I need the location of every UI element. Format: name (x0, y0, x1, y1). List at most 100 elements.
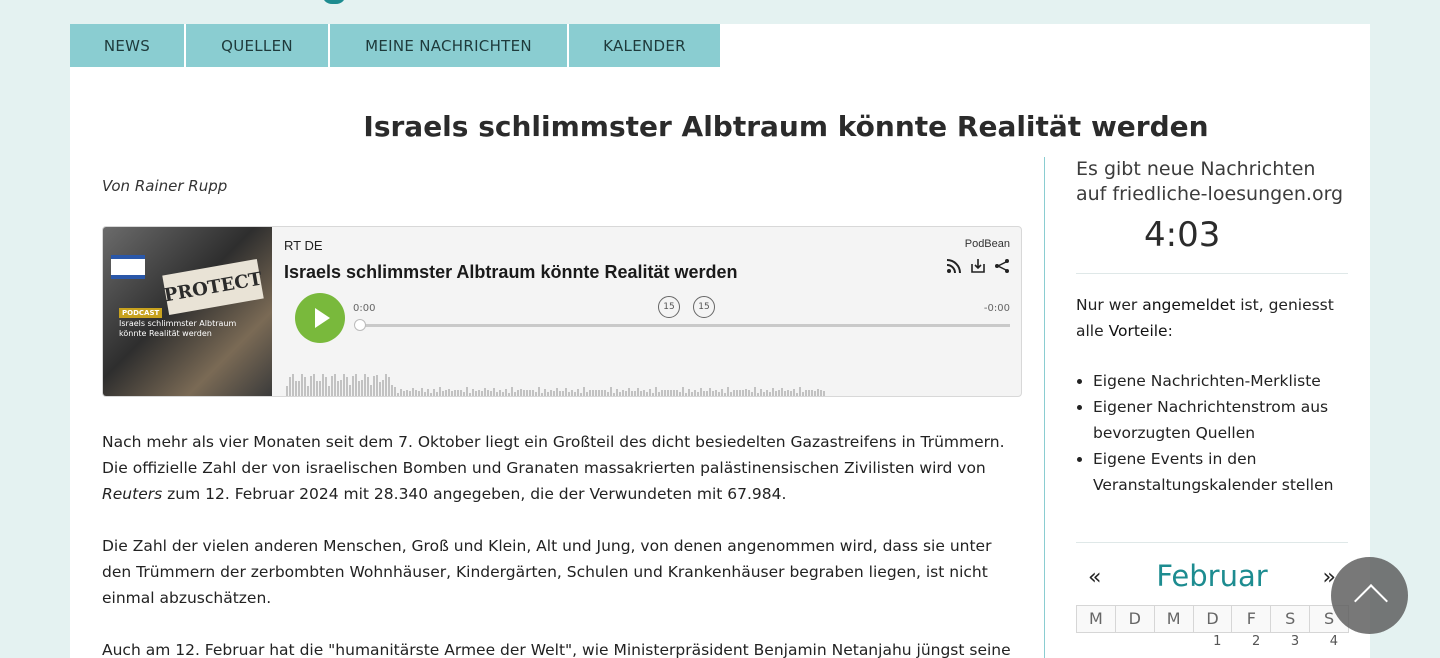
waveform-bar (370, 385, 372, 396)
waveform-bar (670, 390, 672, 396)
waveform-bar (403, 391, 405, 396)
waveform-bar (484, 388, 486, 396)
play-button[interactable] (295, 293, 345, 343)
waveform-bar (712, 391, 714, 396)
download-icon[interactable] (970, 258, 986, 278)
login-text-prefix: Nur wer (1076, 296, 1143, 314)
waveform-bar (481, 391, 483, 396)
waveform-bar (337, 381, 339, 396)
waveform-bar (406, 390, 408, 396)
podcast-channel[interactable]: RT DE (284, 238, 323, 253)
cover-caption: Israels schlimmster Albtraum könnte Real… (119, 319, 237, 338)
waveform-bar (361, 380, 363, 396)
waveform-bar (643, 390, 645, 396)
podcast-episode-title[interactable]: Israels schlimmster Albtraum könnte Real… (284, 262, 737, 283)
player-info: RT DE Israels schlimmster Albtraum könnt… (284, 227, 1021, 396)
waveform-bar (622, 390, 624, 396)
column-divider (1044, 157, 1045, 658)
paragraph-text: Auch am 12. Februar hat die "humanitärst… (102, 641, 1011, 658)
calendar-day (1076, 633, 1115, 649)
share-icon[interactable] (994, 258, 1010, 278)
waveform-bar (322, 374, 324, 396)
waveform-bar (526, 390, 528, 396)
rss-icon[interactable] (946, 258, 962, 278)
waveform-bar (460, 390, 462, 396)
waveform-bar (517, 390, 519, 396)
waveform-bar (496, 392, 498, 396)
remaining-time: -0:00 (983, 303, 1010, 314)
waveform-bar (511, 387, 513, 396)
waveform-bar (682, 387, 684, 396)
waveform-bar (697, 392, 699, 396)
waveform-bar (823, 391, 825, 396)
waveform-bar (487, 390, 489, 396)
waveform-bar (358, 381, 360, 396)
nav-news[interactable]: NEWS (70, 24, 184, 67)
waveform-bar (751, 392, 753, 396)
list-item: Eigener Nachrichtenstrom aus bevorzugten… (1093, 394, 1348, 446)
waveform-bar (601, 390, 603, 396)
waveform-bar (667, 390, 669, 396)
waveform-bar (763, 392, 765, 396)
player-actions (946, 258, 1010, 278)
benefits-link[interactable]: Vorteile (1109, 322, 1168, 340)
current-time: 0:00 (353, 303, 376, 314)
progress-bar[interactable] (354, 319, 1010, 331)
podbean-logo[interactable]: PodBean (965, 238, 1010, 250)
waveform-bar (418, 391, 420, 396)
scroll-to-top-button[interactable] (1331, 557, 1408, 634)
waveform-bar (532, 390, 534, 396)
login-link[interactable]: angemeldet (1142, 296, 1235, 314)
waveform-bar (673, 390, 675, 396)
calendar-header: « Februar » (1076, 549, 1348, 605)
waveform-bar (616, 389, 618, 396)
list-item: Eigene Nachrichten-Merkliste (1093, 368, 1348, 394)
calendar-day[interactable]: 1 (1193, 633, 1232, 649)
weekday: M (1153, 605, 1194, 633)
source-name: Reuters (102, 485, 163, 503)
cover-sign-text: PROTECT (162, 258, 264, 316)
waveform-bar (820, 390, 822, 396)
calendar-day[interactable]: 2 (1231, 633, 1270, 649)
waveform-bar (523, 390, 525, 396)
waveform-bar (781, 388, 783, 396)
waveform-bar (439, 387, 441, 396)
waveform-bar (472, 389, 474, 396)
article-title: Israels schlimmster Albtraum könnte Real… (0, 110, 1440, 143)
waveform-bar (427, 389, 429, 396)
article-title-text: Israels schlimmster Albtraum könnte Real… (363, 110, 1209, 143)
waveform-bar (469, 393, 471, 396)
waveform-bar (301, 374, 303, 396)
waveform-bar (655, 387, 657, 396)
waveform (286, 368, 1013, 396)
skip-forward-15-button[interactable]: 15 (693, 296, 715, 318)
waveform-bar (814, 391, 816, 396)
nav-meine-nachrichten[interactable]: MEINE NACHRICHTEN (330, 24, 567, 67)
waveform-bar (319, 381, 321, 396)
nav-quellen[interactable]: QUELLEN (186, 24, 328, 67)
calendar-day[interactable]: 3 (1270, 633, 1309, 649)
waveform-bar (364, 374, 366, 396)
calendar-month: Februar (1156, 559, 1268, 593)
waveform-bar (610, 387, 612, 396)
list-item: Eigene Events in den Veranstaltungskalen… (1093, 446, 1348, 498)
waveform-bar (313, 374, 315, 396)
clock: 4:03 (1144, 215, 1221, 255)
calendar-week-row: 1 2 3 4 (1076, 633, 1348, 649)
nav-kalender[interactable]: KALENDER (569, 24, 720, 67)
waveform-bar (340, 380, 342, 396)
waveform-bar (583, 387, 585, 396)
waveform-bar (367, 377, 369, 396)
waveform-bar (391, 385, 393, 396)
waveform-bar (652, 393, 654, 396)
calendar-day[interactable]: 4 (1309, 633, 1348, 649)
waveform-bar (349, 385, 351, 396)
waveform-bar (568, 392, 570, 396)
calendar-day (1154, 633, 1193, 649)
skip-back-15-button[interactable]: 15 (658, 296, 680, 318)
waveform-bar (547, 392, 549, 396)
waveform-bar (328, 386, 330, 396)
progress-knob[interactable] (354, 319, 366, 331)
article-paragraph: Nach mehr als vier Monaten seit dem 7. O… (102, 429, 1022, 507)
new-news-notice[interactable]: Es gibt neue Nachrichten auf friedliche-… (1076, 157, 1348, 207)
